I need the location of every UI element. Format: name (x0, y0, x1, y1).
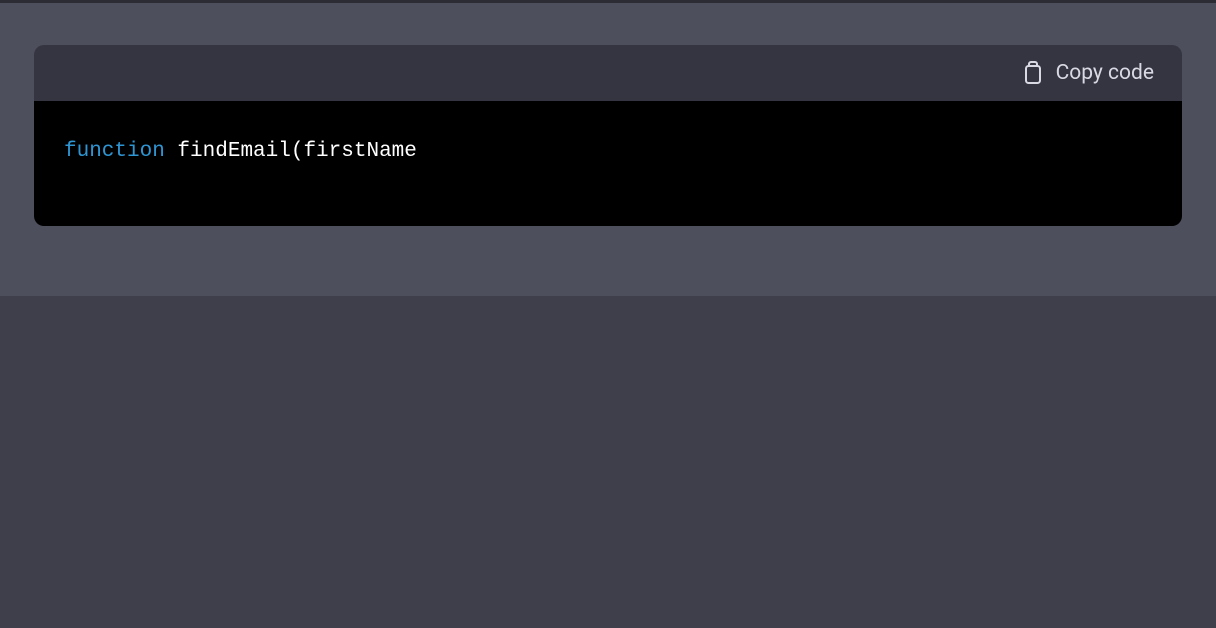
copy-code-label: Copy code (1056, 61, 1154, 85)
code-token: findEmail(firstName (165, 140, 417, 163)
clipboard-icon (1022, 60, 1044, 86)
code-token-keyword: function (64, 140, 165, 163)
code-line: function findEmail(firstName (64, 137, 1152, 166)
message-section: Copy code function findEmail(firstName (0, 3, 1216, 296)
code-block-body[interactable]: function findEmail(firstName (34, 101, 1182, 226)
code-block-header: Copy code (34, 45, 1182, 101)
copy-code-button[interactable]: Copy code (1022, 60, 1154, 86)
code-block: Copy code function findEmail(firstName (34, 45, 1182, 226)
